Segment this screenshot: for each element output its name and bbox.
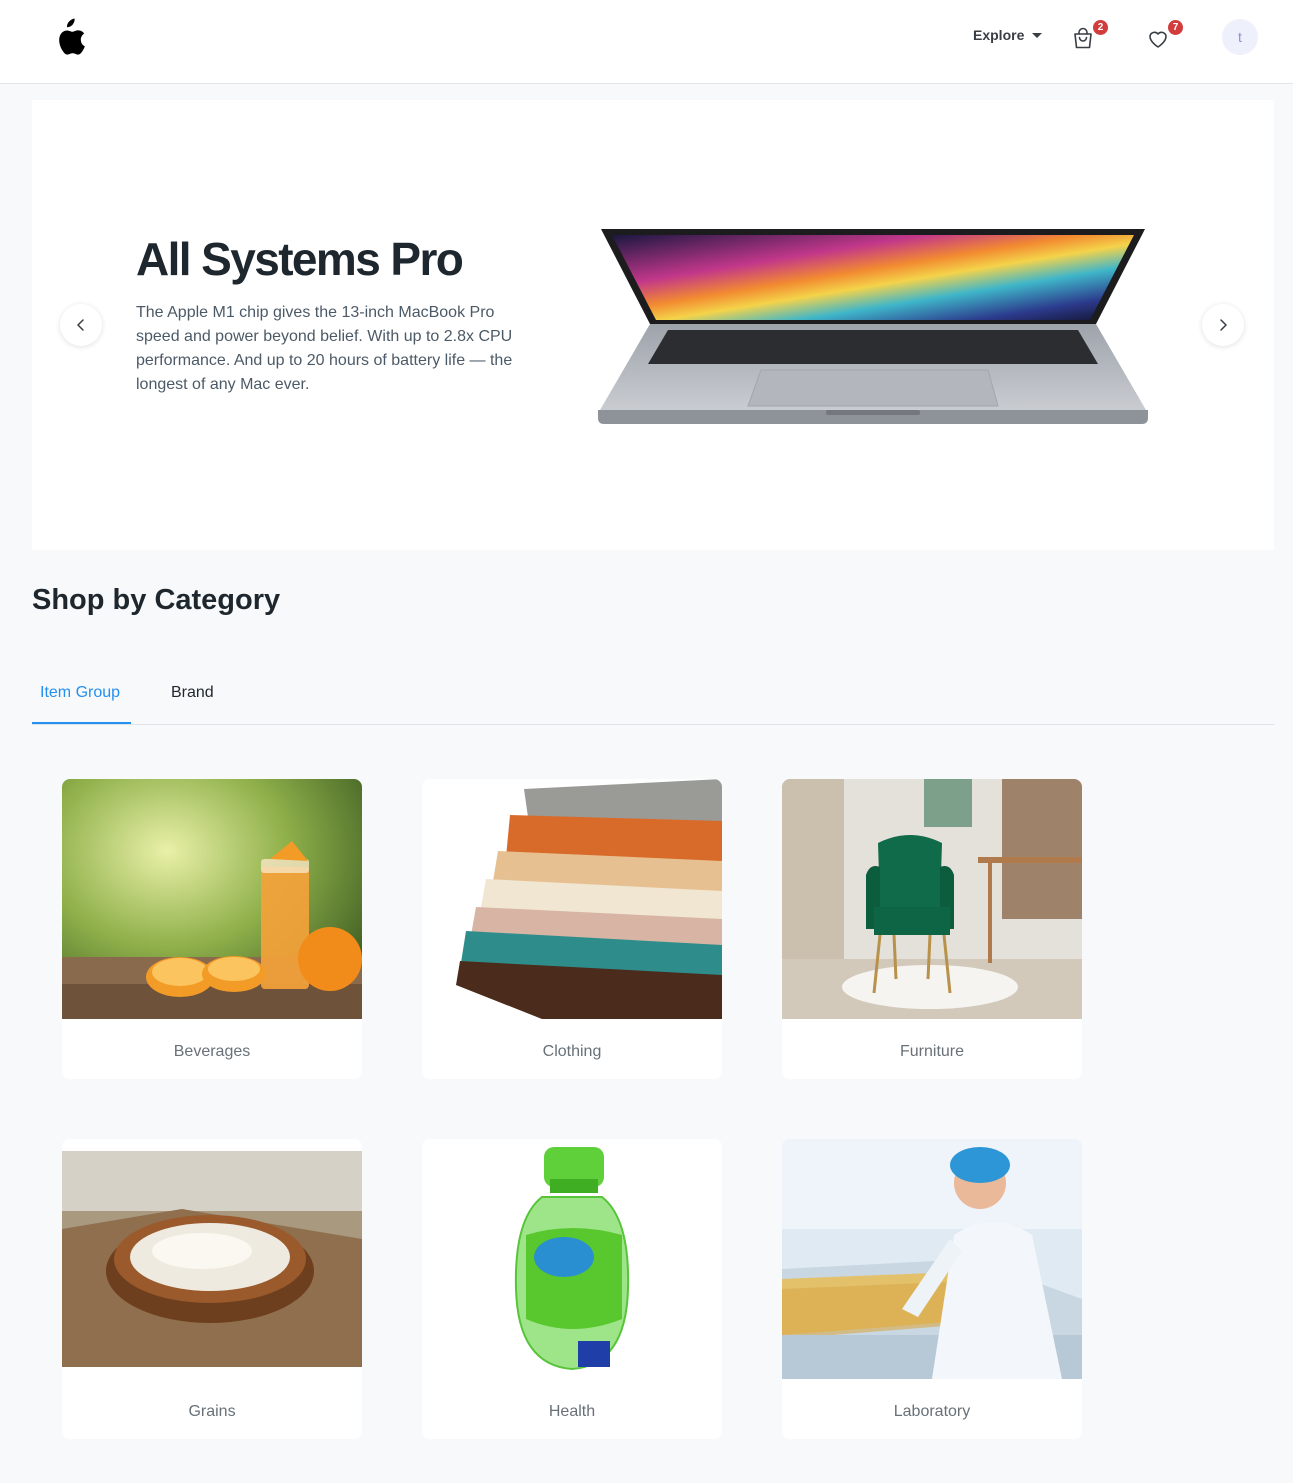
active-tab-indicator — [32, 722, 131, 724]
carousel-prev-button[interactable] — [60, 304, 102, 346]
caret-down-icon — [1032, 33, 1043, 38]
wishlist-button[interactable]: 7 — [1146, 20, 1183, 51]
wishlist-count-badge: 7 — [1168, 20, 1183, 35]
clothing-fabric-image — [422, 779, 722, 1019]
category-tabs: Item Group Brand — [32, 672, 1274, 725]
user-avatar[interactable]: t — [1222, 19, 1258, 55]
category-label: Clothing — [542, 1043, 602, 1060]
apple-logo-icon[interactable] — [48, 15, 86, 61]
cart-count-badge: 2 — [1093, 20, 1108, 35]
category-label: Furniture — [899, 1043, 965, 1060]
section-title: Shop by Category — [32, 584, 281, 616]
category-card-clothing[interactable]: Clothing — [422, 779, 722, 1079]
beverages-image — [62, 779, 362, 1019]
chevron-left-icon — [77, 319, 84, 331]
category-card-health[interactable]: Health — [422, 1139, 722, 1439]
category-card-laboratory[interactable]: Laboratory — [782, 1139, 1082, 1439]
grains-rice-image — [62, 1139, 362, 1379]
category-card-beverages[interactable]: Beverages — [62, 779, 362, 1079]
carousel-next-button[interactable] — [1202, 304, 1244, 346]
category-card-grains[interactable]: Grains — [62, 1139, 362, 1439]
category-label: Laboratory — [893, 1403, 971, 1420]
explore-label: Explore — [973, 27, 1025, 43]
laboratory-image — [782, 1139, 1082, 1379]
chevron-right-icon — [1220, 319, 1227, 331]
tab-item-group[interactable]: Item Group — [40, 684, 120, 718]
hero-title: All Systems Pro — [136, 233, 464, 285]
explore-dropdown[interactable]: Explore — [973, 27, 1043, 43]
hero-carousel: All Systems Pro The Apple M1 chip gives … — [32, 100, 1274, 550]
top-navbar: Explore 2 7 t — [0, 0, 1293, 84]
category-label: Beverages — [173, 1043, 251, 1060]
category-label: Health — [548, 1403, 596, 1420]
hero-description: The Apple M1 chip gives the 13-inch MacB… — [136, 304, 513, 393]
shopping-bag-icon — [1074, 27, 1092, 49]
furniture-chair-image — [782, 779, 1082, 1019]
avatar-initial: t — [1238, 29, 1242, 45]
health-sanitizer-image — [422, 1139, 722, 1379]
category-card-furniture[interactable]: Furniture — [782, 779, 1082, 1079]
category-label: Grains — [188, 1403, 236, 1420]
cart-button[interactable]: 2 — [1071, 20, 1108, 51]
macbook-pro-image — [598, 226, 1148, 424]
tab-brand[interactable]: Brand — [171, 684, 214, 718]
heart-icon — [1149, 31, 1167, 48]
